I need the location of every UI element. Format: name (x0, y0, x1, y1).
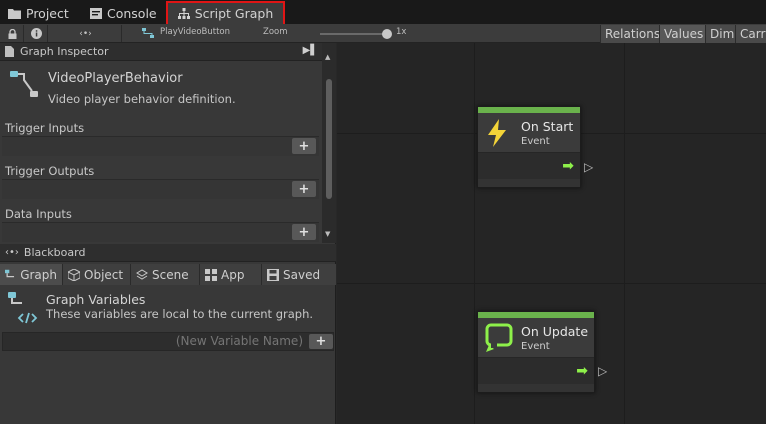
graph-inspector-header: Graph Inspector ▶▌ (0, 43, 322, 61)
editor-tab-bar: Project Console Script Graph (0, 0, 766, 26)
on-start-output-port-icon[interactable]: ▷ (584, 160, 593, 174)
trigger-inputs-list (2, 136, 319, 156)
flow-output-arrow-icon: ➡ (562, 158, 574, 174)
tab-project[interactable]: Project (2, 3, 75, 24)
lock-icon (8, 28, 17, 39)
collapse-inspector-icon[interactable]: ▶▌ (303, 45, 318, 56)
tab-console-label: Console (107, 6, 157, 21)
relations-toggle[interactable]: Relations (600, 25, 660, 43)
tab-app[interactable]: App (200, 264, 262, 285)
blackboard-tabs: Graph Object Scene App Saved (0, 264, 336, 285)
add-variable-button[interactable]: + (309, 334, 333, 349)
info-icon (31, 28, 42, 39)
trigger-outputs-label: Trigger Outputs (5, 164, 95, 178)
graph-title: VideoPlayerBehavior (48, 71, 183, 86)
graph-node-icon (142, 28, 154, 38)
scene-icon (136, 268, 148, 280)
highlight-box (166, 1, 285, 26)
dim-toggle[interactable]: Dim (705, 25, 735, 43)
graph-inspector-title: Graph Inspector (20, 45, 109, 58)
save-icon (267, 268, 279, 281)
graph-canvas[interactable]: On Start Event ➡ ▷ On Update Event ➡ ▷ (337, 43, 766, 424)
lock-button[interactable] (2, 25, 24, 42)
on-start-subtitle: Event (521, 136, 550, 147)
cube-icon (68, 268, 80, 281)
zoom-slider-track[interactable] (320, 33, 388, 35)
console-icon (90, 8, 102, 19)
graph-description: Video player behavior definition. (48, 92, 236, 106)
tab-saved[interactable]: Saved (262, 264, 336, 285)
add-trigger-input-button[interactable]: + (292, 138, 316, 154)
folder-icon (8, 9, 21, 19)
graph-variables-title: Graph Variables (46, 292, 146, 307)
trigger-outputs-list (2, 179, 319, 199)
graph-variables-description: These variables are local to the current… (46, 307, 314, 321)
data-inputs-list (2, 222, 319, 242)
on-update-subtitle: Event (521, 341, 550, 352)
blackboard-title: Blackboard (23, 246, 86, 259)
new-variable-row: + (2, 332, 334, 351)
tab-graph[interactable]: Graph (0, 264, 63, 285)
on-update-node[interactable]: On Update Event ➡ (477, 311, 595, 393)
tab-graph-label: Graph (20, 267, 57, 282)
add-data-input-button[interactable]: + (292, 224, 316, 240)
on-update-title: On Update (521, 324, 589, 339)
blackboard-icon: ‹•› (5, 247, 19, 258)
tab-project-label: Project (26, 6, 69, 21)
blackboard-header: ‹•› Blackboard (0, 244, 336, 262)
info-button[interactable] (26, 25, 48, 42)
new-variable-name-input[interactable] (3, 333, 307, 350)
breadcrumb-nav-button[interactable]: ‹•› (50, 25, 122, 42)
zoom-slider-handle[interactable] (382, 29, 392, 39)
left-panel: Graph Inspector ▶▌ ▲ ▼ VideoPlayerBehavi… (0, 43, 336, 424)
graph-name-label[interactable]: PlayVideoButton (160, 27, 230, 37)
inspector-scroll-thumb[interactable] (326, 79, 332, 199)
tab-scene[interactable]: Scene (131, 264, 200, 285)
inspector-icon (5, 46, 14, 57)
trigger-inputs-label: Trigger Inputs (5, 121, 85, 135)
graph-variables-icon (8, 292, 38, 324)
flow-output-arrow-icon: ➡ (576, 363, 588, 379)
tab-saved-label: Saved (283, 267, 321, 282)
graph-scope-icon (5, 269, 15, 278)
code-brackets-icon: ‹•› (79, 28, 92, 39)
scroll-up-icon[interactable]: ▲ (325, 53, 330, 61)
data-inputs-label: Data Inputs (5, 207, 72, 221)
tab-scene-label: Scene (152, 267, 189, 282)
on-start-node[interactable]: On Start Event ➡ (477, 106, 581, 188)
values-toggle[interactable]: Values (659, 25, 705, 43)
zoom-value: 1x (396, 27, 407, 37)
tab-object-label: Object (84, 267, 124, 282)
loop-icon (485, 323, 513, 352)
zoom-label: Zoom (263, 27, 288, 37)
tab-app-label: App (221, 267, 245, 282)
graph-node-large-icon (10, 71, 38, 97)
tab-object[interactable]: Object (63, 264, 131, 285)
carry-toggle[interactable]: Carry (735, 25, 766, 43)
tab-console[interactable]: Console (84, 3, 163, 24)
on-start-title: On Start (521, 119, 574, 134)
lightning-icon (488, 119, 506, 147)
add-trigger-output-button[interactable]: + (292, 181, 316, 197)
on-update-output-port-icon[interactable]: ▷ (598, 364, 607, 378)
app-icon (205, 268, 217, 281)
scroll-down-icon[interactable]: ▼ (325, 230, 330, 238)
